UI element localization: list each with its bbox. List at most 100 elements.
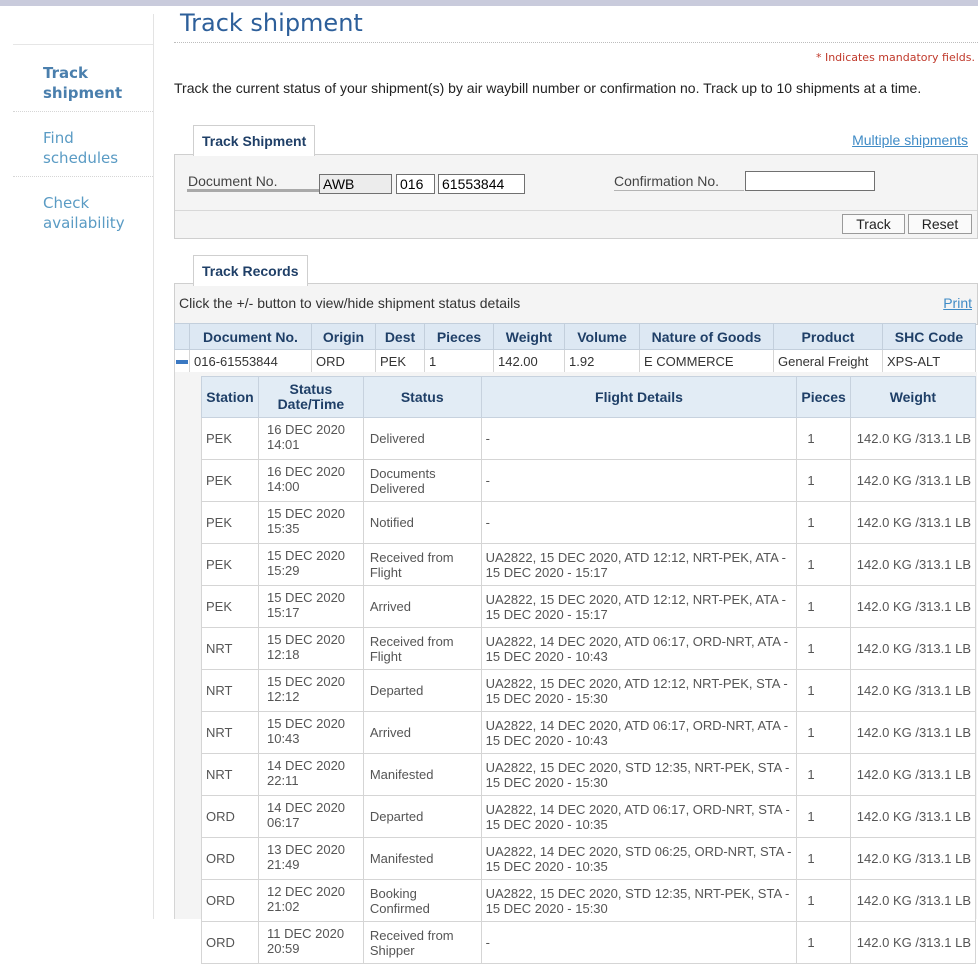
summary-header-row: Document No. Origin Dest Pieces Weight V… [174,323,976,350]
status-date: 15 DEC 2020 [266,590,346,605]
status-date: 16 DEC 2020 [266,464,346,479]
pieces-cell: 1 [796,753,851,796]
status-cell: Manifested [362,753,482,796]
status-time: 15:17 [266,605,300,620]
toggle-cell [174,349,190,373]
sidebar-item-track-shipment[interactable]: Track shipment [13,45,153,112]
volume-cell: 1.92 [564,349,640,373]
flight-details-cell: - [480,459,798,502]
status-date: 14 DEC 2020 [266,758,346,773]
pieces-cell: 1 [796,795,851,838]
print-link[interactable]: Print [943,295,972,311]
status-datetime-cell: 15 DEC 2020 15:29 [257,543,364,586]
column-header: Product [773,323,883,350]
details-header-row: Station Status Date/Time Status Flight D… [201,376,977,418]
status-cell: Delivered [362,417,482,460]
weight-cell: 142.0 KG /313.1 LB [849,543,977,586]
origin-cell: ORD [311,349,376,373]
weight-cell: 142.0 KG /313.1 LB [849,753,977,796]
page-title: Track shipment [180,9,363,37]
tab-track-records[interactable]: Track Records [193,255,308,286]
column-header: SHC Code [882,323,976,350]
weight-cell: 142.0 KG /313.1 LB [849,585,977,628]
track-button[interactable]: Track [842,214,905,234]
flight-details-cell: UA2822, 15 DEC 2020, ATD 12:12, NRT-PEK,… [480,585,798,628]
status-time: 21:49 [266,857,300,872]
flight-details-cell: UA2822, 14 DEC 2020, ATD 06:17, ORD-NRT,… [480,795,798,838]
status-cell: Manifested [362,837,482,880]
awb-prefix-input[interactable] [396,174,435,194]
status-datetime-cell: 13 DEC 2020 21:49 [257,837,364,880]
multiple-shipments-link[interactable]: Multiple shipments [852,132,968,148]
status-datetime-cell: 16 DEC 2020 14:01 [257,417,364,460]
document-no-underline [187,189,319,192]
status-cell: Booking Confirmed [362,879,482,922]
station-cell: NRT [201,711,259,754]
station-cell: PEK [201,585,259,628]
reset-button[interactable]: Reset [908,214,972,234]
confirmation-underline [614,190,744,191]
weight-cell: 142.0 KG /313.1 LB [849,921,977,964]
details-column-header: Status Date/Time [257,376,364,418]
details-column-header: Pieces [796,376,851,418]
column-header: Document No. [189,323,312,350]
status-time: 10:43 [266,731,300,746]
column-header: Dest [375,323,425,350]
station-cell: ORD [201,879,259,922]
status-time: 22:11 [266,773,299,788]
status-cell: Received from Flight [362,627,482,670]
flight-details-cell: UA2822, 14 DEC 2020, ATD 06:17, ORD-NRT,… [480,627,798,670]
product-cell: General Freight [773,349,883,373]
status-row: ORD 14 DEC 2020 06:17 Departed UA2822, 14 DE… [201,795,977,838]
confirmation-no-label: Confirmation No. [614,173,720,189]
confirmation-no-input[interactable] [745,171,875,191]
status-row: PEK 16 DEC 2020 14:00 Documents Delivered -1… [201,459,977,502]
shipment-row: 016-61553844 ORD PEK 1 142.00 1.92 E COM… [174,349,976,373]
document-no-label: Document No. [188,173,278,189]
status-row: ORD 12 DEC 2020 21:02 Booking Confirmed UA28… [201,879,977,922]
station-cell: NRT [201,669,259,712]
column-header: Pieces [424,323,494,350]
collapse-minus-icon[interactable] [176,360,188,365]
status-date: 15 DEC 2020 [266,674,346,689]
status-datetime-cell: 15 DEC 2020 15:17 [257,585,364,628]
status-time: 12:12 [266,689,300,704]
status-cell: Received from Flight [362,543,482,586]
status-datetime-cell: 14 DEC 2020 06:17 [257,795,364,838]
column-header: Volume [564,323,640,350]
status-date: 14 DEC 2020 [266,800,346,815]
weight-cell: 142.0 KG /313.1 LB [849,501,977,544]
station-cell: PEK [201,459,259,502]
status-cell: Arrived [362,711,482,754]
status-row: ORD 13 DEC 2020 21:49 Manifested UA2822, 14 … [201,837,977,880]
sidebar-item-check-availability[interactable]: Check availability [13,177,153,241]
status-row: NRT 14 DEC 2020 22:11 Manifested UA2822, 15 … [201,753,977,796]
flight-details-cell: UA2822, 15 DEC 2020, ATD 12:12, NRT-PEK,… [480,669,798,712]
tab-track-shipment[interactable]: Track Shipment [193,125,316,156]
flight-details-cell: UA2822, 15 DEC 2020, STD 12:35, NRT-PEK,… [480,753,798,796]
status-cell: Notified [362,501,482,544]
station-cell: NRT [201,627,259,670]
station-cell: NRT [201,753,259,796]
weight-cell: 142.0 KG /313.1 LB [849,459,977,502]
pieces-cell: 1 [796,879,851,922]
weight-cell: 142.0 KG /313.1 LB [849,837,977,880]
status-row: NRT 15 DEC 2020 12:18 Received from Flight U… [201,627,977,670]
status-time: 06:17 [266,815,300,830]
shipment-summary-table: Document No. Origin Dest Pieces Weight V… [174,323,976,373]
flight-details-cell: UA2822, 14 DEC 2020, STD 06:25, ORD-NRT,… [480,837,798,880]
status-datetime-cell: 11 DEC 2020 20:59 [257,921,364,964]
status-date: 15 DEC 2020 [266,506,346,521]
awb-number-input[interactable] [438,174,525,194]
sidebar-item-find-schedules[interactable]: Find schedules [13,112,153,177]
status-cell: Departed [362,669,482,712]
document-type-select[interactable] [319,174,392,194]
status-time: 15:29 [266,563,300,578]
status-details-table: Station Status Date/Time Status Flight D… [201,376,977,964]
status-datetime-cell: 15 DEC 2020 12:18 [257,627,364,670]
flight-details-cell: UA2822, 15 DEC 2020, STD 12:35, NRT-PEK,… [480,879,798,922]
status-date: 15 DEC 2020 [266,716,346,731]
status-cell: Arrived [362,585,482,628]
status-row: PEK 16 DEC 2020 14:01 Delivered -1 142.0 KG /… [201,417,977,460]
status-datetime-cell: 12 DEC 2020 21:02 [257,879,364,922]
